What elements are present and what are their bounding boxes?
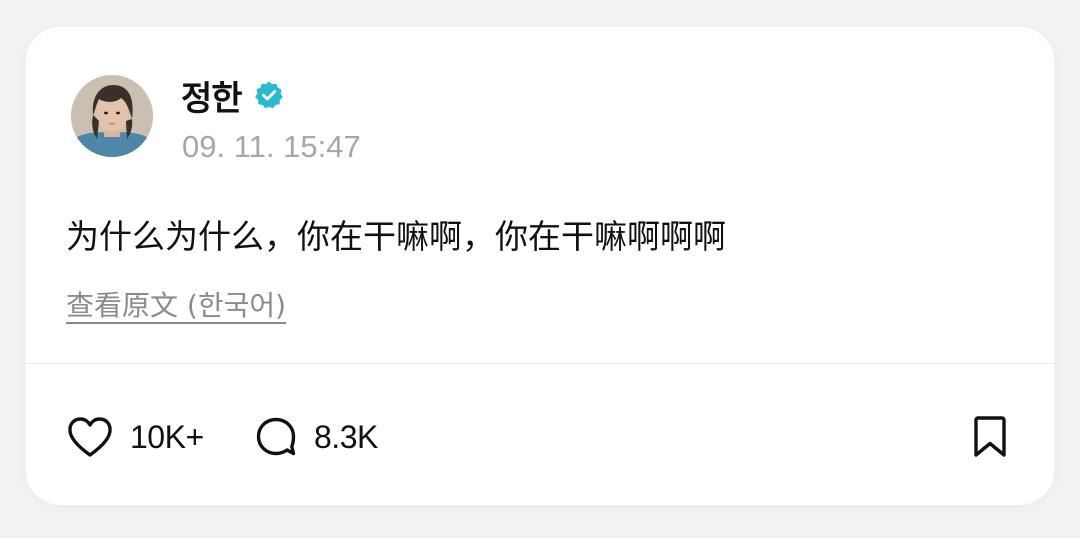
author-avatar[interactable]: [71, 75, 153, 157]
post-body-text: 为什么为什么，你在干嘛啊，你在干嘛啊啊啊: [66, 217, 726, 256]
bookmark-icon: [970, 415, 1010, 459]
view-original-link[interactable]: 查看原文 (한국어): [66, 284, 286, 324]
post-card[interactable]: 정한 09. 11. 15:47 为什么为什么，你在干嘛啊，你在干嘛啊啊啊 查看…: [26, 27, 1054, 505]
bookmark-button[interactable]: [970, 415, 1010, 459]
action-divider: [26, 363, 1054, 364]
like-button[interactable]: 10K+: [66, 415, 204, 459]
like-count: 10K+: [130, 418, 204, 455]
reply-count: 8.3K: [314, 418, 378, 455]
avatar-photo-icon: [71, 75, 153, 157]
comment-bubble-icon: [254, 415, 298, 459]
heart-icon: [66, 415, 114, 459]
author-name[interactable]: 정한: [181, 71, 243, 120]
author-row: 정한: [181, 71, 284, 120]
reply-button[interactable]: 8.3K: [254, 415, 378, 459]
verified-badge-icon: [254, 80, 284, 110]
post-timestamp: 09. 11. 15:47: [182, 129, 361, 164]
